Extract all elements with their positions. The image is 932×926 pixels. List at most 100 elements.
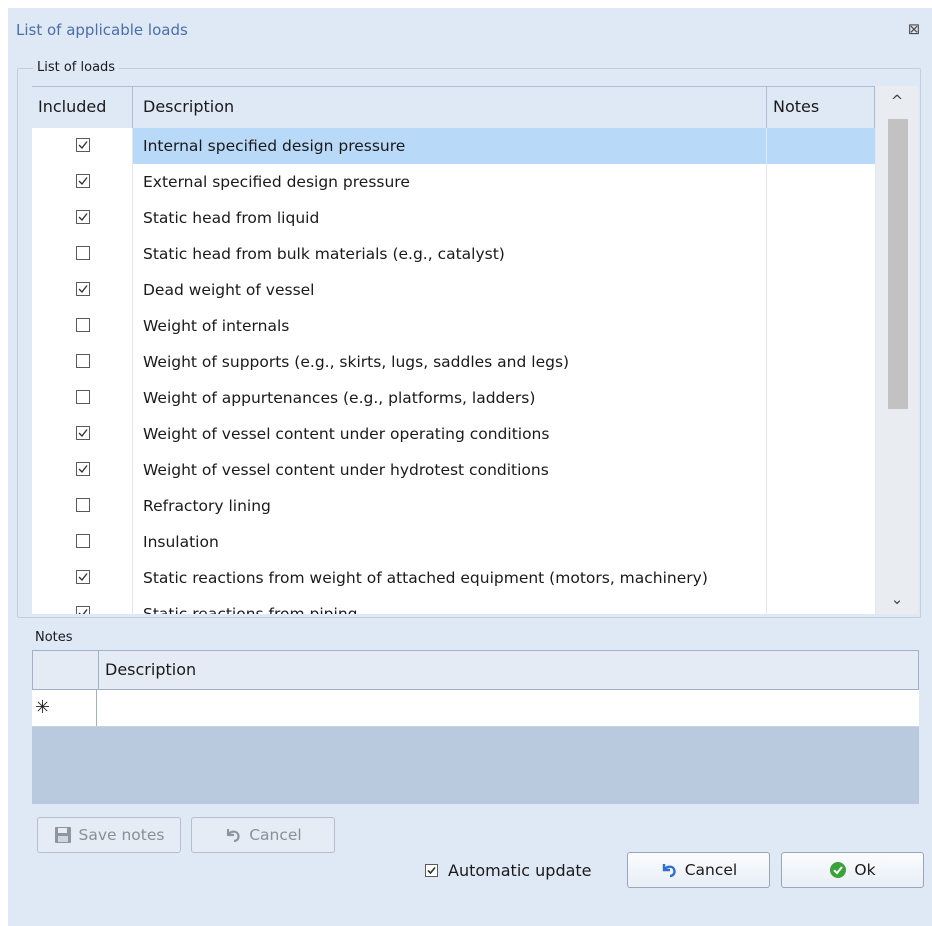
- included-checkbox[interactable]: [76, 570, 90, 584]
- cell-description[interactable]: Static reactions from piping: [133, 596, 767, 614]
- table-row[interactable]: Weight of vessel content under operating…: [32, 416, 875, 453]
- cell-included: [32, 524, 133, 560]
- cell-included: [32, 452, 133, 488]
- new-row-icon: ✳: [35, 697, 51, 718]
- cell-notes[interactable]: [767, 452, 875, 488]
- cell-description[interactable]: Refractory lining: [133, 488, 767, 524]
- check-circle-icon: [830, 862, 847, 878]
- table-row[interactable]: Static reactions from weight of attached…: [32, 560, 875, 597]
- column-header-notes[interactable]: Notes: [767, 86, 875, 128]
- cell-notes[interactable]: [767, 488, 875, 524]
- checkmark-icon: [78, 429, 88, 438]
- cell-notes[interactable]: [767, 164, 875, 200]
- automatic-update-check[interactable]: [425, 863, 438, 877]
- included-checkbox[interactable]: [76, 534, 90, 548]
- cell-description[interactable]: Dead weight of vessel: [133, 272, 767, 308]
- table-row[interactable]: Insulation: [32, 524, 875, 561]
- scroll-up-icon[interactable]: ^: [876, 86, 918, 116]
- table-row[interactable]: Weight of internals: [32, 308, 875, 345]
- cell-description[interactable]: Static reactions from weight of attached…: [133, 560, 767, 596]
- cell-included: [32, 200, 133, 236]
- included-checkbox[interactable]: [76, 462, 90, 476]
- included-checkbox[interactable]: [76, 318, 90, 332]
- save-notes-button[interactable]: Save notes: [37, 817, 181, 853]
- included-checkbox[interactable]: [76, 354, 90, 368]
- cell-notes[interactable]: [767, 128, 875, 164]
- column-header-description[interactable]: Description: [133, 86, 767, 128]
- cell-notes[interactable]: [767, 344, 875, 380]
- included-checkbox[interactable]: [76, 138, 90, 152]
- table-row[interactable]: Internal specified design pressure: [32, 128, 875, 165]
- table-row[interactable]: Static head from bulk materials (e.g., c…: [32, 236, 875, 273]
- window: List of applicable loads ⊠ List of loads…: [0, 0, 932, 926]
- cell-included: [32, 560, 133, 596]
- loads-grid-scrollbar[interactable]: ^ ⌄: [876, 86, 918, 614]
- checkmark-icon: [78, 141, 88, 150]
- automatic-update-label: Automatic update: [448, 860, 592, 880]
- included-checkbox[interactable]: [76, 498, 90, 512]
- included-checkbox[interactable]: [76, 282, 90, 296]
- cell-notes[interactable]: [767, 308, 875, 344]
- cell-notes[interactable]: [767, 524, 875, 560]
- cell-description[interactable]: Static head from liquid: [133, 200, 767, 236]
- notes-grid[interactable]: Description ✳: [32, 650, 919, 804]
- included-checkbox[interactable]: [76, 390, 90, 404]
- cell-included: [32, 488, 133, 524]
- cancel-notes-label: Cancel: [249, 826, 302, 844]
- cancel-notes-button[interactable]: Cancel: [191, 817, 335, 853]
- column-header-included[interactable]: Included: [32, 86, 133, 128]
- cell-description[interactable]: Weight of appurtenances (e.g., platforms…: [133, 380, 767, 416]
- included-checkbox[interactable]: [76, 210, 90, 224]
- table-row[interactable]: Dead weight of vessel: [32, 272, 875, 309]
- undo-icon: [662, 864, 676, 878]
- cell-included: [32, 596, 133, 614]
- loads-grid[interactable]: Included Description Notes Internal spec…: [32, 86, 875, 614]
- cell-notes[interactable]: [767, 272, 875, 308]
- scroll-down-icon[interactable]: ⌄: [876, 584, 918, 614]
- save-notes-label: Save notes: [78, 826, 165, 844]
- cell-notes[interactable]: [767, 416, 875, 452]
- cell-description[interactable]: Static head from bulk materials (e.g., c…: [133, 236, 767, 272]
- cell-description[interactable]: Weight of supports (e.g., skirts, lugs, …: [133, 344, 767, 380]
- cancel-button[interactable]: Cancel: [627, 852, 770, 888]
- notes-column-header-description[interactable]: Description: [105, 651, 196, 689]
- table-row[interactable]: Static reactions from piping: [32, 596, 875, 614]
- cell-notes[interactable]: [767, 200, 875, 236]
- table-row[interactable]: Refractory lining: [32, 488, 875, 525]
- checkmark-icon: [78, 609, 88, 614]
- cell-description[interactable]: Weight of internals: [133, 308, 767, 344]
- notes-new-row[interactable]: ✳: [32, 690, 919, 727]
- table-row[interactable]: Static head from liquid: [32, 200, 875, 237]
- cell-description[interactable]: Insulation: [133, 524, 767, 560]
- table-row[interactable]: Weight of vessel content under hydrotest…: [32, 452, 875, 489]
- cell-description[interactable]: Weight of vessel content under hydrotest…: [133, 452, 767, 488]
- checkmark-icon: [78, 177, 88, 186]
- cell-notes[interactable]: [767, 596, 875, 614]
- cell-included: [32, 272, 133, 308]
- included-checkbox[interactable]: [76, 246, 90, 260]
- included-checkbox[interactable]: [76, 174, 90, 188]
- checkmark-icon: [78, 465, 88, 474]
- automatic-update-checkbox[interactable]: Automatic update: [425, 859, 592, 881]
- included-checkbox[interactable]: [76, 426, 90, 440]
- title-bar: List of applicable loads ⊠: [8, 8, 932, 48]
- cell-notes[interactable]: [767, 560, 875, 596]
- cell-included: [32, 308, 133, 344]
- cell-description[interactable]: External specified design pressure: [133, 164, 767, 200]
- ok-button[interactable]: Ok: [781, 852, 924, 888]
- cell-description[interactable]: Internal specified design pressure: [133, 128, 767, 164]
- table-row[interactable]: External specified design pressure: [32, 164, 875, 201]
- checkmark-icon: [78, 285, 88, 294]
- cell-description[interactable]: Weight of vessel content under operating…: [133, 416, 767, 452]
- notes-new-row-header: ✳: [32, 690, 97, 726]
- notes-row-header-corner: [33, 651, 99, 689]
- cell-notes[interactable]: [767, 236, 875, 272]
- close-icon[interactable]: ⊠: [906, 21, 922, 37]
- ok-button-label: Ok: [854, 861, 876, 879]
- scroll-thumb[interactable]: [888, 119, 908, 409]
- table-row[interactable]: Weight of appurtenances (e.g., platforms…: [32, 380, 875, 417]
- table-row[interactable]: Weight of supports (e.g., skirts, lugs, …: [32, 344, 875, 381]
- undo-icon: [227, 829, 240, 843]
- included-checkbox[interactable]: [76, 606, 90, 614]
- cell-notes[interactable]: [767, 380, 875, 416]
